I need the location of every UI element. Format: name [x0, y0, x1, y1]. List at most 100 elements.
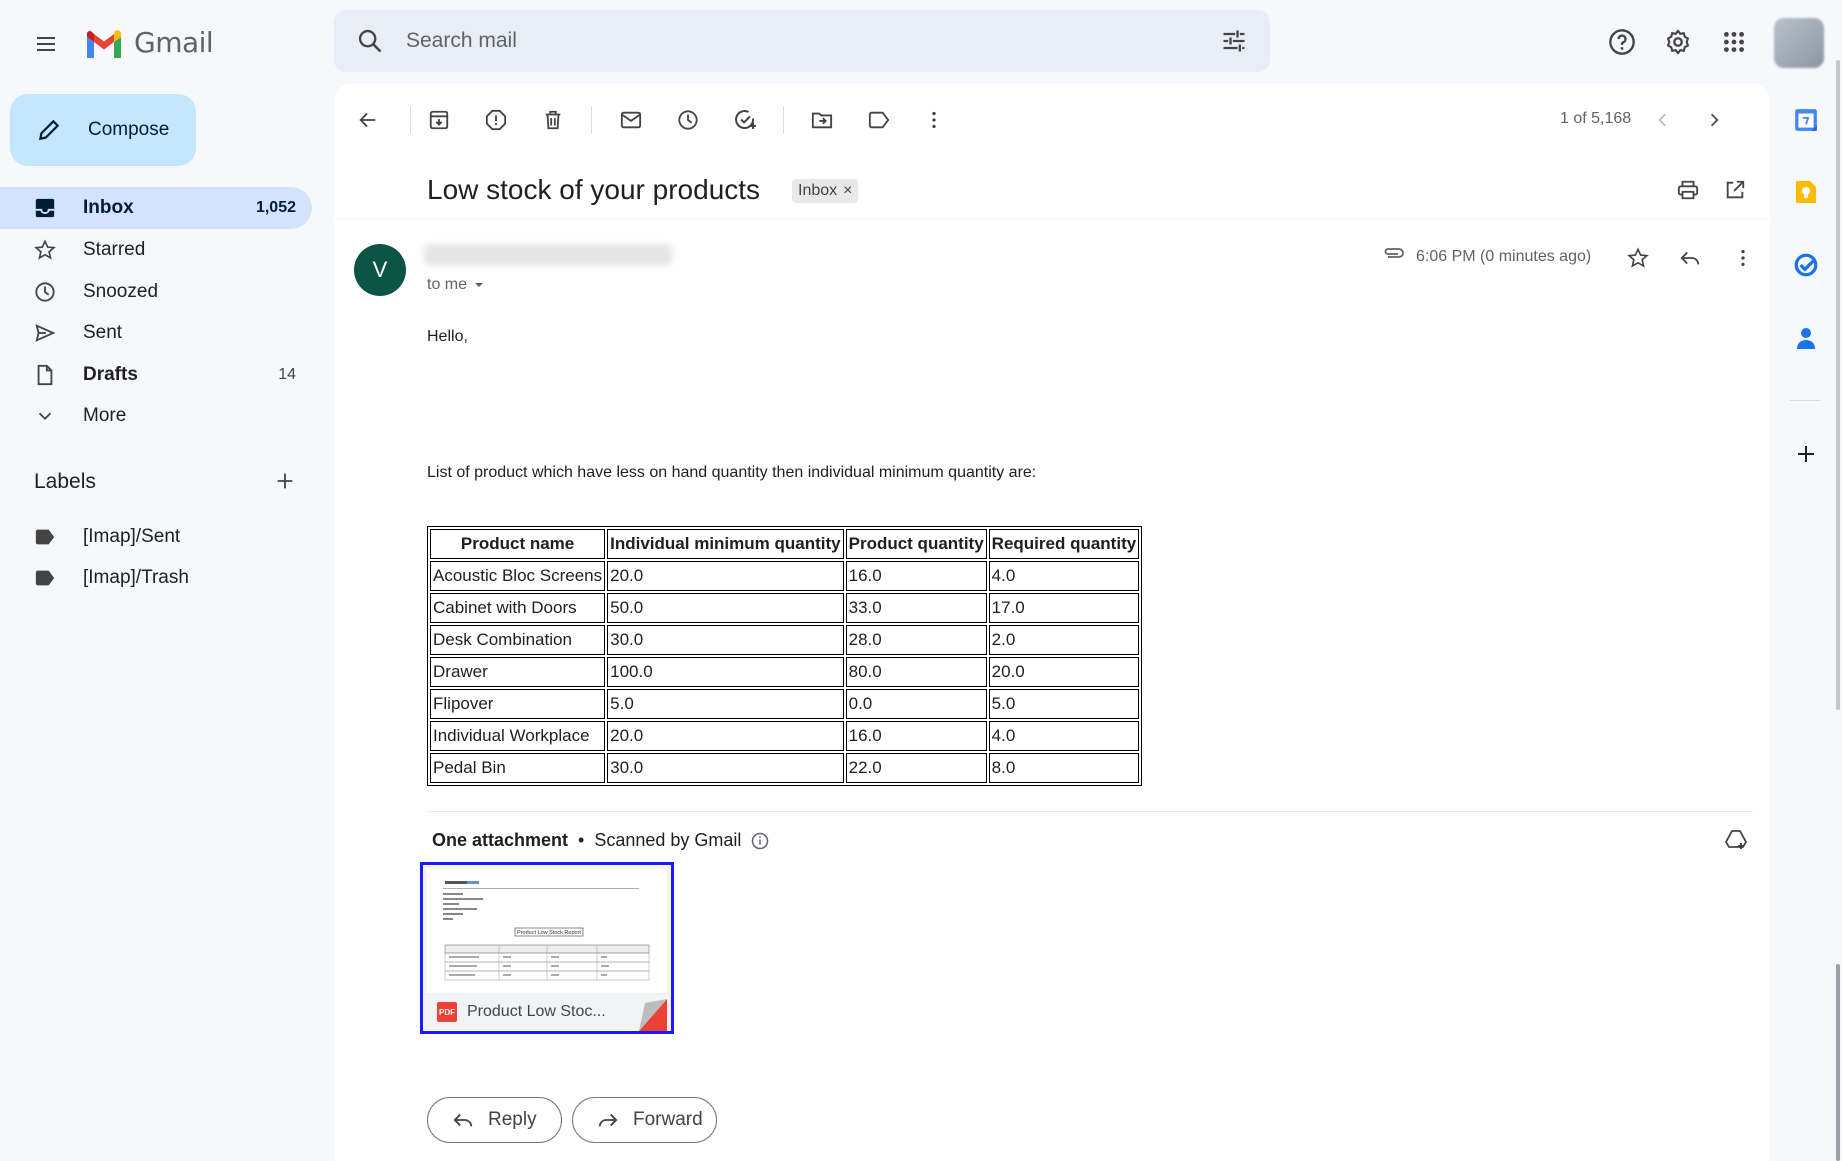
- table-row: Flipover 5.0 0.0 5.0: [430, 689, 1140, 719]
- star-icon: [1627, 247, 1649, 269]
- sender-avatar[interactable]: V: [354, 244, 406, 296]
- sidebar-label-imap-sent[interactable]: [Imap]/Sent: [0, 516, 312, 558]
- header-divider: [334, 218, 1770, 219]
- calendar-app-button[interactable]: [1788, 102, 1824, 138]
- search-options-icon[interactable]: [1220, 27, 1248, 55]
- page-scrollbar[interactable]: [1836, 964, 1840, 1161]
- sidebar-item-inbox[interactable]: Inbox 1,052: [0, 187, 312, 229]
- labels-heading: Labels: [34, 470, 96, 493]
- search-bar: [334, 10, 1270, 72]
- sidebar-item-starred[interactable]: Starred: [0, 229, 312, 271]
- attachment-card[interactable]: Product Low Stock Report PDF Product Low…: [420, 862, 674, 1034]
- table-cell: 28.0: [845, 625, 987, 655]
- scan-status: Scanned by Gmail: [594, 830, 742, 850]
- support-button[interactable]: [1602, 22, 1642, 62]
- gmail-m-icon: [84, 28, 124, 58]
- toolbar-divider: [783, 106, 784, 134]
- pencil-icon: [36, 117, 62, 143]
- more-vert-icon: [923, 109, 945, 131]
- reply-icon-button[interactable]: [1670, 238, 1710, 278]
- open-new-window-button[interactable]: [1715, 170, 1755, 210]
- table-cell: 5.0: [988, 689, 1140, 719]
- forward-button[interactable]: Forward: [572, 1097, 717, 1143]
- message-more-button[interactable]: [1723, 238, 1763, 278]
- search-input[interactable]: [406, 22, 1166, 60]
- labels-button[interactable]: [859, 100, 899, 140]
- rail-divider: [1790, 400, 1820, 401]
- reply-label: Reply: [488, 1109, 537, 1130]
- print-button[interactable]: [1668, 170, 1708, 210]
- archive-icon: [428, 109, 450, 131]
- pdf-icon: PDF: [437, 1002, 457, 1022]
- table-cell: 30.0: [607, 753, 844, 783]
- sidebar-item-snoozed[interactable]: Snoozed: [0, 271, 312, 313]
- forward-label: Forward: [633, 1109, 703, 1130]
- clock-icon: [677, 109, 699, 131]
- add-to-tasks-button[interactable]: [725, 100, 765, 140]
- inbox-label-chip[interactable]: Inbox ×: [792, 179, 859, 203]
- older-button[interactable]: [1694, 100, 1734, 140]
- sender-name[interactable]: [424, 244, 672, 266]
- sidebar-item-sent[interactable]: Sent: [0, 312, 312, 354]
- table-cell: Drawer: [430, 657, 606, 687]
- move-to-button[interactable]: [802, 100, 842, 140]
- pdf-thumbnail: Product Low Stock Report: [427, 869, 667, 993]
- column-header: Product quantity: [845, 529, 987, 559]
- plus-icon: [274, 470, 296, 492]
- spam-icon: [485, 109, 507, 131]
- table-cell: 16.0: [845, 561, 987, 591]
- sidebar-label-imap-trash[interactable]: [Imap]/Trash: [0, 557, 312, 599]
- attachment-filename: Product Low Stoc...: [467, 1003, 606, 1020]
- contacts-app-button[interactable]: [1788, 320, 1824, 356]
- table-cell: Flipover: [430, 689, 606, 719]
- table-row: Drawer 100.0 80.0 20.0: [430, 657, 1140, 687]
- table-cell: 80.0: [845, 657, 987, 687]
- sidebar-item-label: Starred: [83, 239, 146, 260]
- keep-app-button[interactable]: [1788, 174, 1824, 210]
- create-label-button[interactable]: [274, 470, 296, 492]
- table-row: Individual Workplace 20.0 16.0 4.0: [430, 721, 1140, 751]
- recipient-details[interactable]: to me: [427, 276, 485, 294]
- report-spam-button[interactable]: [476, 100, 516, 140]
- sidebar-item-more[interactable]: More: [0, 395, 312, 437]
- tasks-icon: [1793, 252, 1819, 278]
- reply-button[interactable]: Reply: [427, 1097, 562, 1143]
- account-avatar[interactable]: [1774, 18, 1824, 68]
- draft-icon: [34, 364, 56, 386]
- newer-button[interactable]: [1643, 100, 1683, 140]
- archive-button[interactable]: [419, 100, 459, 140]
- table-header-row: Product name Individual minimum quantity…: [430, 529, 1140, 559]
- mark-unread-button[interactable]: [611, 100, 651, 140]
- add-to-drive-button[interactable]: [1724, 828, 1748, 852]
- tasks-app-button[interactable]: [1788, 247, 1824, 283]
- trash-icon: [542, 109, 564, 131]
- table-cell: 4.0: [988, 721, 1140, 751]
- gmail-logo[interactable]: Gmail: [84, 26, 214, 59]
- label-icon: [34, 526, 56, 548]
- snooze-button[interactable]: [668, 100, 708, 140]
- main-menu-button[interactable]: [28, 26, 64, 62]
- toolbar-divider: [591, 106, 592, 134]
- toolbar-divider: [410, 106, 411, 134]
- sidebar-item-drafts[interactable]: Drafts 14: [0, 354, 312, 396]
- google-apps-button[interactable]: [1714, 22, 1754, 62]
- unread-count: 1,052: [255, 199, 296, 216]
- contacts-icon: [1794, 325, 1818, 351]
- more-actions-button[interactable]: [914, 100, 954, 140]
- sidebar-item-label: Snoozed: [83, 281, 159, 302]
- info-icon[interactable]: [751, 832, 769, 850]
- column-header: Individual minimum quantity: [607, 529, 844, 559]
- get-addons-button[interactable]: [1788, 436, 1824, 472]
- side-panel-scrollbar[interactable]: [1836, 60, 1840, 710]
- search-icon[interactable]: [356, 27, 384, 55]
- chip-remove[interactable]: ×: [843, 182, 852, 200]
- compose-button[interactable]: Compose: [10, 94, 196, 166]
- settings-button[interactable]: [1658, 22, 1698, 62]
- back-button[interactable]: [348, 100, 388, 140]
- arrow-back-icon: [357, 109, 379, 131]
- folder-move-icon: [811, 109, 833, 131]
- page-curl-icon: [615, 999, 667, 1031]
- star-button[interactable]: [1618, 238, 1658, 278]
- delete-button[interactable]: [533, 100, 573, 140]
- print-icon: [1677, 179, 1699, 201]
